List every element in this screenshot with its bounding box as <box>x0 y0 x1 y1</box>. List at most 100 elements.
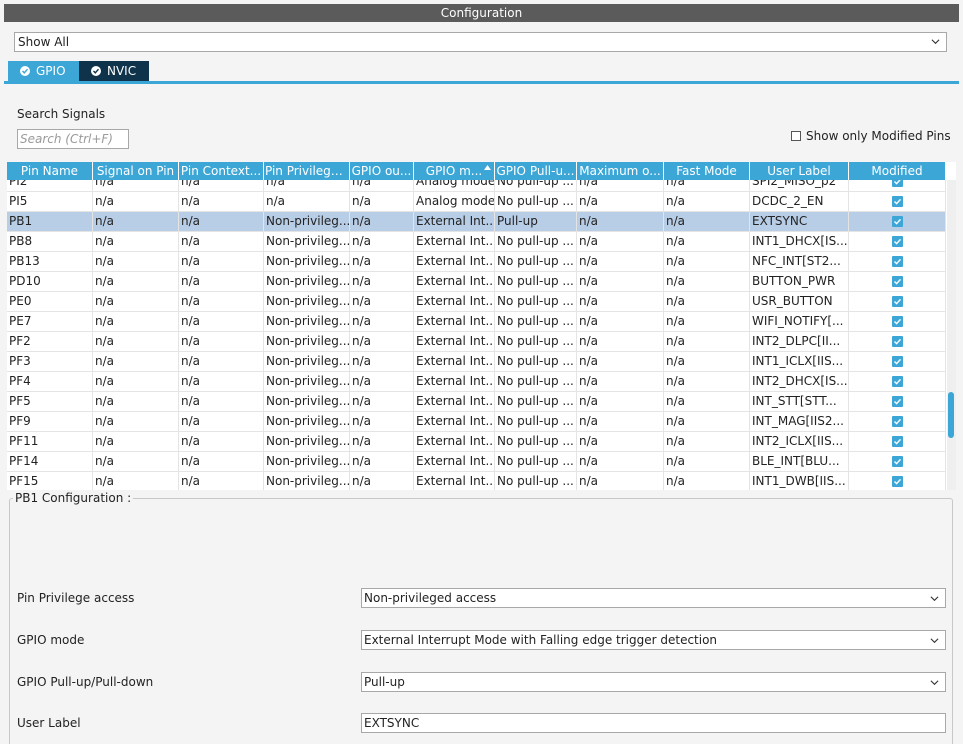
cell-maximum-output: n/a <box>577 312 664 331</box>
cell-pin-name: PE7 <box>7 312 93 331</box>
modified-check-icon <box>891 396 903 407</box>
cell-pin-privilege: n/a <box>264 192 350 211</box>
cell-signal-on-pin: n/a <box>93 312 179 331</box>
cell-gpio-mode: Analog mode <box>414 192 495 211</box>
column-header-user-label[interactable]: User Label <box>750 162 849 180</box>
cell-user-label: INT2_ICLX[IIS... <box>750 432 849 451</box>
modified-check-icon <box>891 196 903 207</box>
column-header-maximum-output[interactable]: Maximum o... <box>577 162 664 180</box>
column-header-gpio-output[interactable]: GPIO ou... <box>350 162 414 180</box>
cell-pin-privilege: Non-privileg... <box>264 252 350 271</box>
table-row[interactable]: PI5 n/a n/a n/a n/a Analog mode No pull-up ...… <box>7 192 946 212</box>
cell-user-label: INT1_DHCX[IS... <box>750 232 849 251</box>
cell-pin-privilege: Non-privileg... <box>264 232 350 251</box>
cell-pin-name: PF15 <box>7 472 93 490</box>
column-header-pin-name[interactable]: Pin Name <box>7 162 93 180</box>
cell-user-label: BUTTON_PWR <box>750 272 849 291</box>
modified-check-icon <box>891 336 903 347</box>
cell-user-label: USR_BUTTON <box>750 292 849 311</box>
cell-signal-on-pin: n/a <box>93 432 179 451</box>
user-label-label: User Label <box>17 716 81 730</box>
modified-check-icon <box>891 476 903 487</box>
search-input[interactable]: Search (Ctrl+F) <box>17 129 129 149</box>
cell-user-label: NFC_INT[ST2... <box>750 252 849 271</box>
column-header-signal-on-pin[interactable]: Signal on Pin <box>93 162 179 180</box>
pin-privilege-value: Non-privileged access <box>364 591 497 605</box>
modified-cell <box>849 192 946 211</box>
table-row[interactable]: PE0 n/a n/a Non-privileg... n/a External Int.… <box>7 292 946 312</box>
cell-pin-privilege: Non-privileg... <box>264 292 350 311</box>
gpio-mode-select[interactable]: External Interrupt Mode with Falling edg… <box>361 630 946 650</box>
pin-configuration-panel <box>9 498 953 744</box>
tab-underline <box>4 81 959 84</box>
table-row[interactable]: PF11 n/a n/a Non-privileg... n/a External Int… <box>7 432 946 452</box>
column-header-pin-privilege[interactable]: Pin Privilege... <box>264 162 350 180</box>
pin-privilege-label: Pin Privilege access <box>17 591 135 605</box>
table-row[interactable]: PF14 n/a n/a Non-privileg... n/a External Int… <box>7 452 946 472</box>
column-header-pin-context[interactable]: Pin Context... <box>179 162 264 180</box>
pin-privilege-select[interactable]: Non-privileged access <box>361 588 946 608</box>
cell-pin-context: n/a <box>179 232 264 251</box>
column-header-fast-mode[interactable]: Fast Mode <box>664 162 750 180</box>
table-row[interactable]: PF2 n/a n/a Non-privileg... n/a External Int.… <box>7 332 946 352</box>
gpio-mode-value: External Interrupt Mode with Falling edg… <box>364 633 718 647</box>
show-modified-toggle[interactable]: Show only Modified Pins <box>791 129 951 143</box>
cell-fast-mode: n/a <box>664 272 750 291</box>
table-row[interactable]: PF15 n/a n/a Non-privileg... n/a External Int… <box>7 472 946 490</box>
table-row[interactable]: PF4 n/a n/a Non-privileg... n/a External Int.… <box>7 372 946 392</box>
modified-check-icon <box>891 236 903 247</box>
cell-gpio-output: n/a <box>350 212 414 231</box>
gpio-pull-select[interactable]: Pull-up <box>361 672 946 692</box>
table-row[interactable]: PF9 n/a n/a Non-privileg... n/a External Int.… <box>7 412 946 432</box>
tab-gpio-label: GPIO <box>36 64 66 78</box>
tab-gpio[interactable]: GPIO <box>8 61 79 81</box>
table-row[interactable]: PF5 n/a n/a Non-privileg... n/a External Int.… <box>7 392 946 412</box>
user-label-input[interactable]: EXTSYNC <box>361 713 946 733</box>
scrollbar-thumb[interactable] <box>948 392 954 438</box>
show-filter-select[interactable]: Show All <box>14 32 947 52</box>
column-header-gpio-pull[interactable]: GPIO Pull-u... <box>495 162 577 180</box>
table-row[interactable]: PF3 n/a n/a Non-privileg... n/a External Int.… <box>7 352 946 372</box>
table-row[interactable]: PB1 n/a n/a Non-privileg... n/a External Int.… <box>7 212 946 232</box>
modified-check-icon <box>891 296 903 307</box>
cell-gpio-pull: Pull-up <box>495 212 577 231</box>
cell-signal-on-pin: n/a <box>93 472 179 490</box>
cell-signal-on-pin: n/a <box>93 292 179 311</box>
cell-fast-mode: n/a <box>664 212 750 231</box>
table-scrollbar[interactable] <box>947 180 956 490</box>
cell-signal-on-pin: n/a <box>93 232 179 251</box>
cell-pin-privilege: Non-privileg... <box>264 352 350 371</box>
cell-gpio-mode: External Int... <box>414 452 495 471</box>
column-header-gpio-mode[interactable]: GPIO m... <box>414 162 495 180</box>
cell-gpio-pull: No pull-up ... <box>495 232 577 251</box>
chevron-down-icon <box>930 638 939 644</box>
table-row[interactable]: PB8 n/a n/a Non-privileg... n/a External Int.… <box>7 232 946 252</box>
cell-gpio-pull: No pull-up ... <box>495 292 577 311</box>
table-row[interactable]: PB13 n/a n/a Non-privileg... n/a External Int… <box>7 252 946 272</box>
cell-maximum-output: n/a <box>577 232 664 251</box>
cell-pin-privilege: Non-privileg... <box>264 432 350 451</box>
column-header-modified[interactable]: Modified <box>849 162 946 180</box>
table-row[interactable]: PE7 n/a n/a Non-privileg... n/a External Int.… <box>7 312 946 332</box>
modified-cell <box>849 432 946 451</box>
cell-pin-name: PB1 <box>7 212 93 231</box>
cell-gpio-pull: No pull-up ... <box>495 272 577 291</box>
modified-cell <box>849 312 946 331</box>
cell-pin-privilege: Non-privileg... <box>264 372 350 391</box>
cell-gpio-pull: No pull-up ... <box>495 472 577 490</box>
tab-nvic-label: NVIC <box>107 64 137 78</box>
modified-cell <box>849 332 946 351</box>
tab-nvic[interactable]: NVIC <box>79 61 149 81</box>
cell-signal-on-pin: n/a <box>93 212 179 231</box>
cell-maximum-output: n/a <box>577 272 664 291</box>
gpio-pull-label: GPIO Pull-up/Pull-down <box>17 675 154 689</box>
cell-maximum-output: n/a <box>577 452 664 471</box>
cell-gpio-pull: No pull-up ... <box>495 332 577 351</box>
show-modified-checkbox[interactable] <box>791 131 801 141</box>
cell-gpio-mode: External Int... <box>414 232 495 251</box>
cell-pin-name: PB13 <box>7 252 93 271</box>
table-row[interactable]: PD10 n/a n/a Non-privileg... n/a External Int… <box>7 272 946 292</box>
modified-cell <box>849 212 946 231</box>
cell-gpio-pull: No pull-up ... <box>495 372 577 391</box>
cell-maximum-output: n/a <box>577 412 664 431</box>
